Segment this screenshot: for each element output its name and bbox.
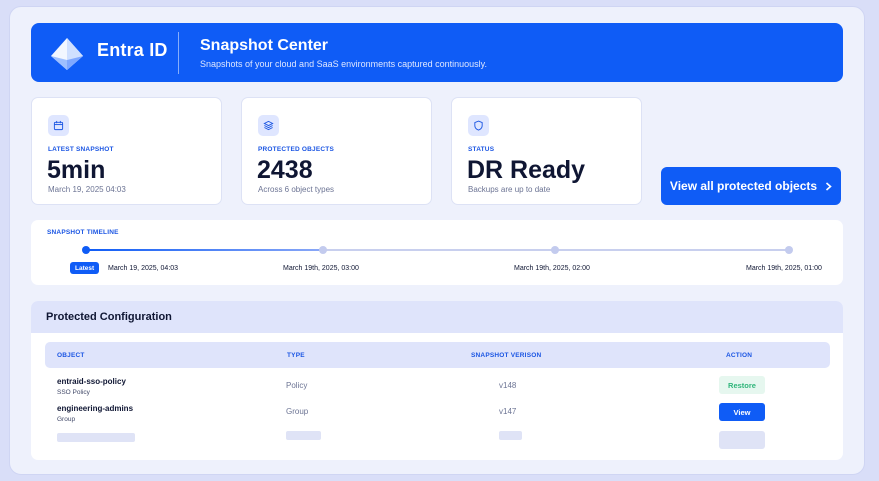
stat-note: Across 6 object types [258, 185, 335, 194]
skeleton-version [499, 431, 522, 440]
column-header-version: SNAPSHOT VERISON [471, 352, 542, 359]
snapshot-version: v148 [499, 381, 517, 390]
stat-label: LATEST SNAPSHOT [48, 146, 114, 153]
timeline-point-latest[interactable] [82, 246, 90, 254]
timeline-point-label: March 19, 2025, 04:03 [108, 265, 179, 272]
cta-label: View all protected objects [669, 179, 818, 193]
object-name: engineering-admins [57, 404, 134, 413]
view-button[interactable]: View [719, 403, 765, 421]
protected-configuration-panel: Protected Configuration OBJECT TYPE SNAP… [31, 301, 843, 460]
chevron-right-icon [826, 181, 832, 191]
shield-icon [468, 115, 489, 136]
timeline-point-label: March 19th, 2025, 02:00 [514, 265, 590, 272]
snapshot-timeline: SNAPSHOT TIMELINE Latest March 19, 2025,… [31, 220, 843, 285]
latest-badge: Latest [70, 262, 100, 274]
object-type: Group [286, 407, 309, 416]
entra-logo-icon [51, 38, 83, 70]
column-header-action: ACTION [726, 352, 753, 359]
timeline-point-label: March 19th, 2025, 03:00 [283, 265, 359, 272]
panel-title: Protected Configuration [46, 311, 172, 323]
stat-value: 5min [47, 156, 106, 184]
layers-icon [258, 115, 279, 136]
banner-divider [178, 32, 179, 74]
object-subtype: Group [57, 416, 76, 423]
object-name: entraid-sso-policy [57, 377, 126, 386]
timeline-progress [86, 249, 323, 251]
calendar-icon [48, 115, 69, 136]
stat-label: PROTECTED OBJECTS [258, 146, 334, 153]
snapshot-version: v147 [499, 407, 517, 416]
table-header: OBJECT TYPE SNAPSHOT VERISON ACTION [45, 342, 830, 368]
stat-value: DR Ready [467, 156, 586, 184]
page-title: Snapshot Center [200, 37, 329, 54]
stat-card-status: STATUS DR Ready Backups are up to date [451, 97, 642, 205]
header-banner: Entra ID Snapshot Center Snapshots of yo… [31, 23, 843, 82]
timeline-point[interactable] [785, 246, 793, 254]
timeline-point-label: March 19th, 2025, 01:00 [746, 265, 822, 272]
stat-note: March 19, 2025 04:03 [48, 185, 126, 194]
timeline-point[interactable] [319, 246, 327, 254]
timeline-point[interactable] [551, 246, 559, 254]
stat-value: 2438 [257, 156, 313, 184]
timeline-title: SNAPSHOT TIMELINE [47, 229, 119, 236]
page-subtitle: Snapshots of your cloud and SaaS environ… [200, 59, 488, 69]
column-header-type: TYPE [287, 352, 305, 359]
restore-button[interactable]: Restore [719, 376, 765, 394]
skeleton-type [286, 431, 321, 440]
object-type: Policy [286, 381, 308, 390]
object-subtype: SSO Policy [57, 389, 90, 396]
stat-card-latest-snapshot: LATEST SNAPSHOT 5min March 19, 2025 04:0… [31, 97, 222, 205]
brand-name: Entra ID [97, 40, 168, 60]
stat-label: STATUS [468, 146, 495, 153]
column-header-object: OBJECT [57, 352, 85, 359]
skeleton-action [719, 431, 765, 449]
stat-card-protected-objects: PROTECTED OBJECTS 2438 Across 6 object t… [241, 97, 432, 205]
stat-note: Backups are up to date [468, 185, 551, 194]
skeleton-object [57, 433, 135, 442]
view-all-protected-objects-button[interactable]: View all protected objects [661, 167, 841, 205]
panel-header: Protected Configuration [31, 301, 843, 333]
